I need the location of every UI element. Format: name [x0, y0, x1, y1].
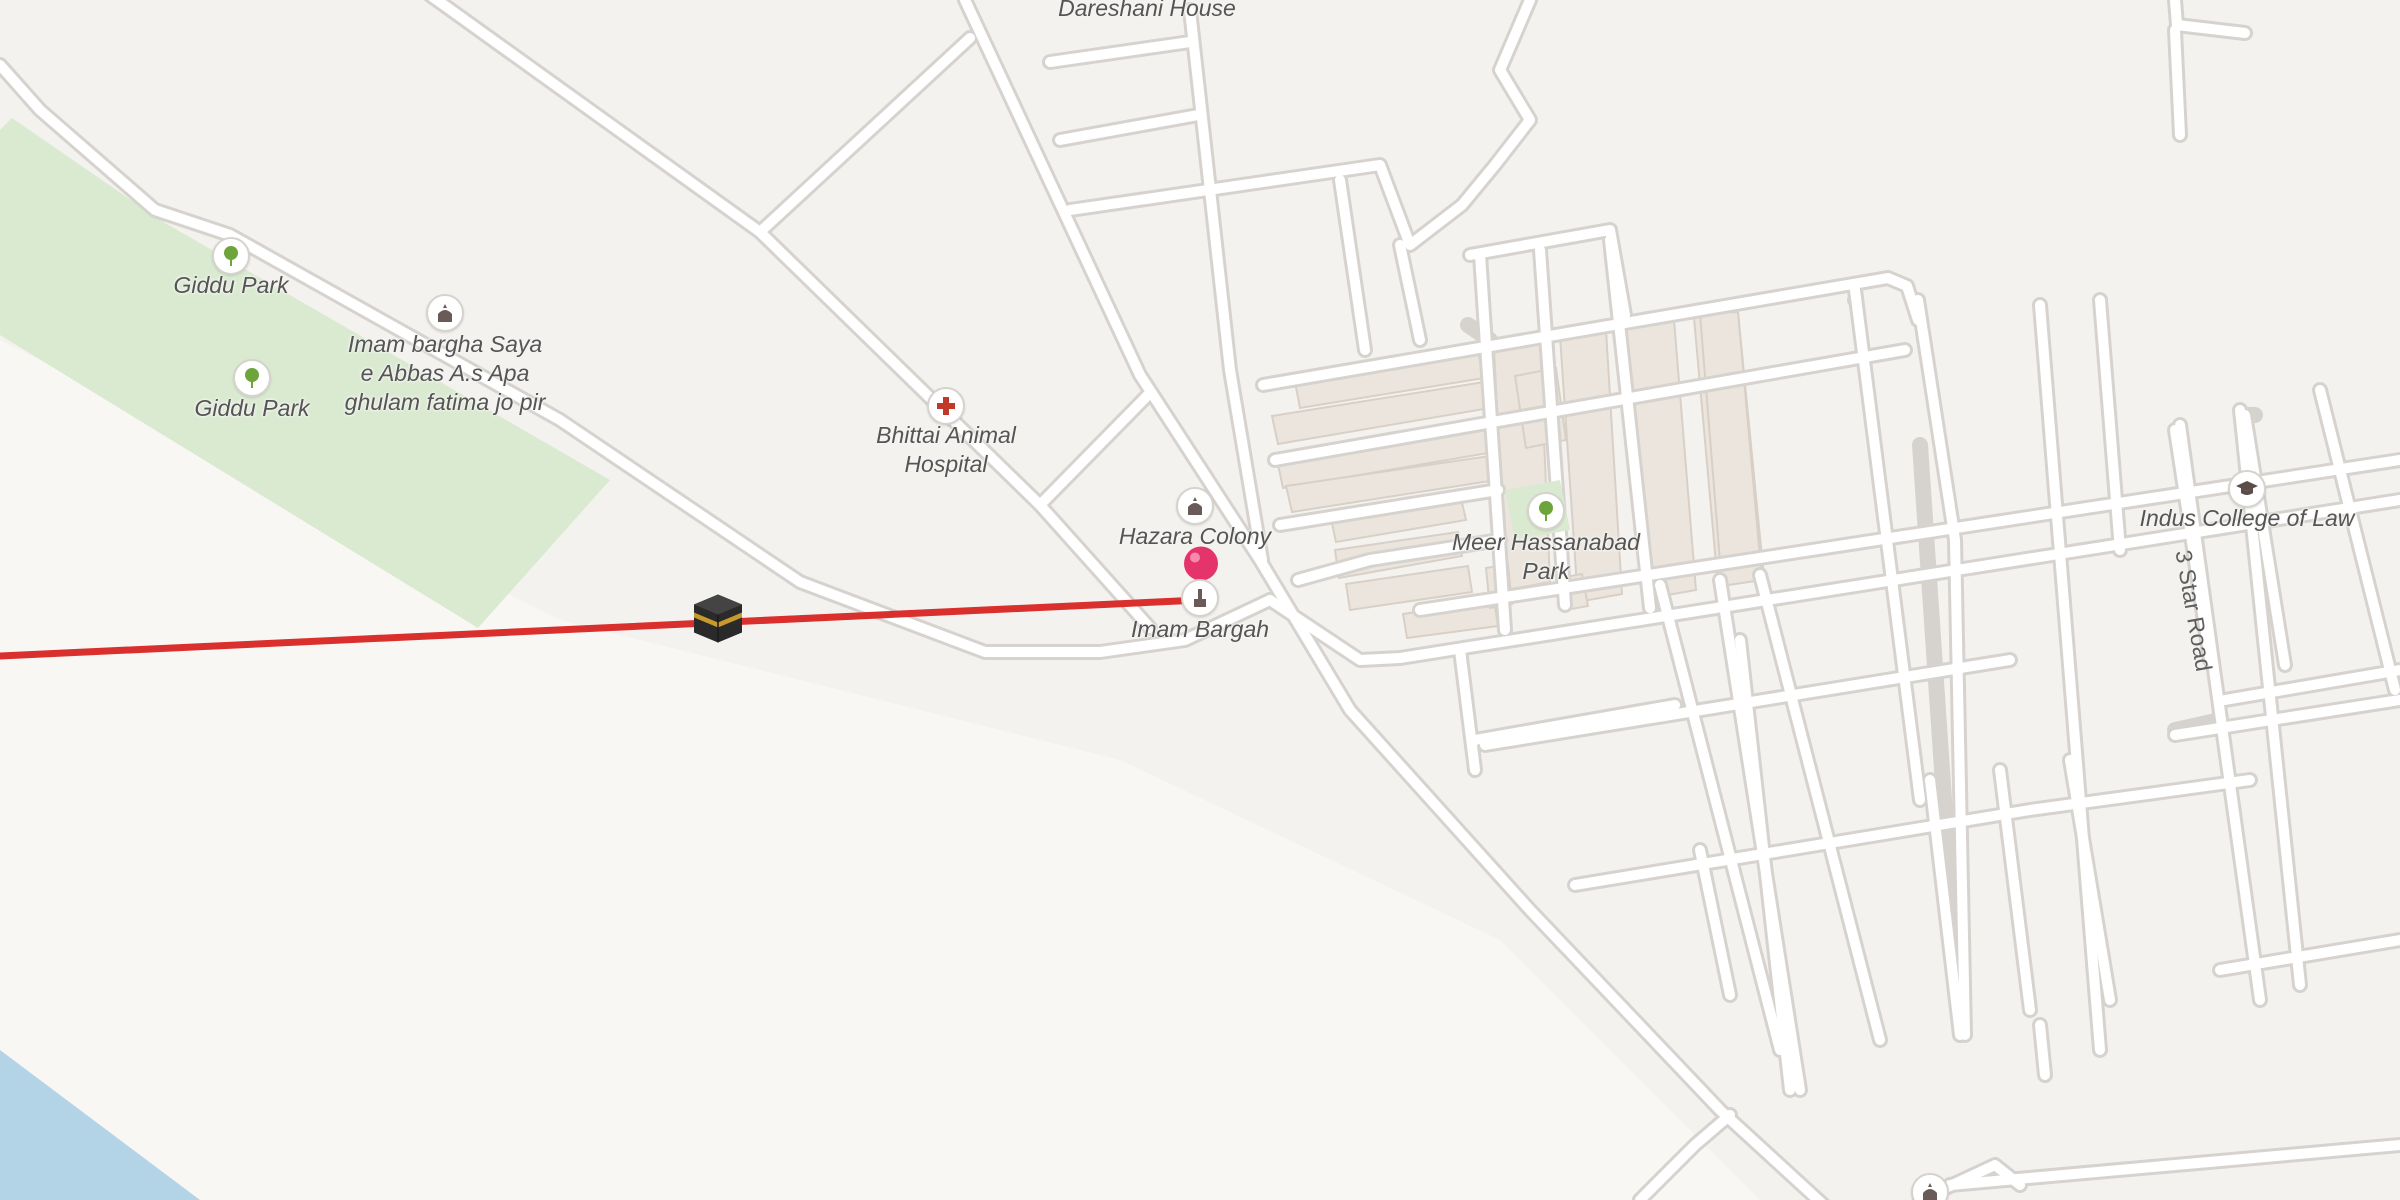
poi-label-imam-bargah[interactable]: Imam Bargah	[1131, 615, 1269, 644]
poi-label-bhittai-animal-hospital-line-2[interactable]: Hospital	[904, 450, 987, 479]
poi-label-meer-hassanabad-park-line-2[interactable]: Park	[1522, 557, 1569, 586]
poi-label-giddu-park[interactable]: Giddu Park	[173, 271, 288, 300]
poi-label-indus-college-of-law[interactable]: Indus College of Law	[2140, 504, 2355, 533]
tree-icon[interactable]	[212, 237, 250, 275]
poi-label-giddu-park[interactable]: Giddu Park	[194, 394, 309, 423]
tree-icon[interactable]	[1527, 492, 1565, 530]
poi-label-meer-hassanabad-park-line-1[interactable]: Meer Hassanabad	[1452, 528, 1640, 557]
poi-label-dareshani-house[interactable]: Dareshani House	[1058, 0, 1236, 23]
mosque-icon[interactable]	[1176, 487, 1214, 525]
map-canvas[interactable]: Dareshani House Giddu Park Giddu Park Im…	[0, 0, 2400, 1200]
poi-label-imam-bargha-saya-line-3[interactable]: ghulam fatima jo pir	[345, 388, 546, 417]
hospital-cross-icon[interactable]	[927, 387, 965, 425]
mosque-icon[interactable]	[1181, 579, 1219, 617]
kaaba-icon[interactable]	[690, 591, 746, 652]
poi-label-imam-bargha-saya-line-1[interactable]: Imam bargha Saya	[348, 330, 542, 359]
poi-label-hazara-colony[interactable]: Hazara Colony	[1119, 522, 1271, 551]
mosque-icon[interactable]	[426, 294, 464, 332]
poi-label-imam-bargha-saya-line-2[interactable]: e Abbas A.s Apa	[361, 359, 530, 388]
tree-icon[interactable]	[233, 359, 271, 397]
poi-label-bhittai-animal-hospital-line-1[interactable]: Bhittai Animal	[876, 421, 1016, 450]
graduation-cap-icon[interactable]	[2228, 470, 2266, 508]
